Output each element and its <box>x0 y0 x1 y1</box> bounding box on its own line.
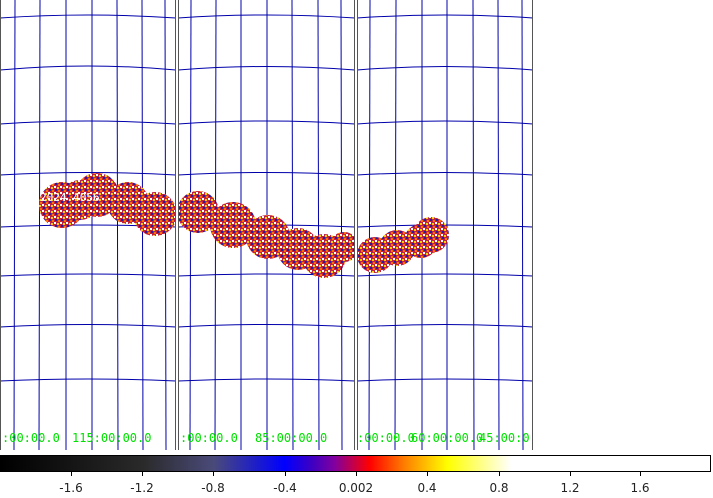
ra-label: :00:00.0 <box>180 431 238 445</box>
colorbar-tick <box>427 471 428 476</box>
sky-frame-3[interactable]: :00:00.0 60:00:00.0 45:00:0 <box>357 0 533 450</box>
colorbar-tick-label: 0.8 <box>489 481 509 495</box>
colorbar-tick-label: -1.6 <box>59 481 83 495</box>
colorbar-tick <box>71 471 72 476</box>
colorbar-tick-label: 0.002 <box>338 481 374 495</box>
colorbar-tick <box>570 471 571 476</box>
source-blob-1 <box>39 173 176 236</box>
colorbar-tick <box>356 471 357 476</box>
source-label: 2024.4056 <box>40 191 100 204</box>
ra-label: 115:00:00.0 <box>72 431 152 445</box>
colorbar-tick <box>285 471 286 476</box>
colorbar-tick <box>499 471 500 476</box>
colorbar-tick-label: -0.4 <box>273 481 297 495</box>
sky-frame-1[interactable]: 2024.4056 :00:00.0 115:00:00.0 <box>0 0 176 450</box>
ra-label: :00:00.0 <box>2 431 60 445</box>
colorbar-tick-label: 1.6 <box>630 481 650 495</box>
colorbar-tick <box>213 471 214 476</box>
ra-label: :00:00.0 <box>357 431 415 445</box>
ra-label: 45:00:0 <box>479 431 530 445</box>
ra-label: 85:00:00.0 <box>255 431 328 445</box>
colorbar-tick <box>142 471 143 476</box>
source-blob-3 <box>357 217 449 273</box>
source-blob-2 <box>178 191 355 278</box>
colorbar-tick-label: -1.2 <box>130 481 154 495</box>
sky-frame-2[interactable]: :00:00.0 85:00:00.0 <box>178 0 355 450</box>
colorbar-tick-label: -0.8 <box>201 481 225 495</box>
ra-label: 60:00:00.0 <box>411 431 484 445</box>
colorbar[interactable] <box>0 455 711 472</box>
colorbar-tick-label: 1.2 <box>560 481 580 495</box>
colorbar-tick-label: 0.4 <box>417 481 437 495</box>
colorbar-tick <box>640 471 641 476</box>
